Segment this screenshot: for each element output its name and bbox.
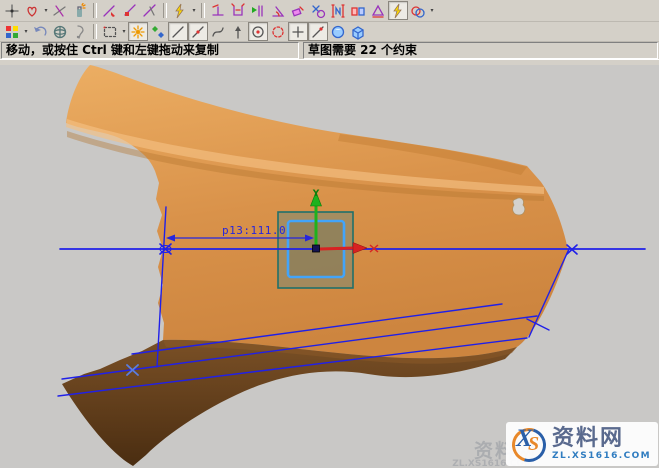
origin-point[interactable] bbox=[313, 245, 320, 252]
quick-trim-icon[interactable] bbox=[50, 1, 70, 20]
sketch-constraints-toolbar: ▾ ▾ ▾ bbox=[0, 0, 659, 22]
snap-quadrant-icon[interactable] bbox=[268, 22, 288, 41]
watermark-site-url: ZL.XS1616.COM bbox=[552, 451, 651, 461]
x-axis[interactable] bbox=[320, 248, 354, 249]
watermark: X S 资料网 ZL.XS1616.COM bbox=[506, 422, 658, 466]
undo-icon[interactable] bbox=[30, 22, 50, 41]
watermark-site-name: 资料网 bbox=[552, 427, 624, 450]
snap-point-icon[interactable] bbox=[128, 22, 148, 41]
graphics-viewport[interactable]: p13:111.0 Y 资料网 ZL.XS1616.COM X S bbox=[0, 65, 659, 468]
snap-endpoint-icon[interactable] bbox=[168, 22, 188, 41]
quick-extend-icon[interactable] bbox=[70, 1, 90, 20]
work-plane-icon[interactable] bbox=[348, 22, 368, 41]
show-constraints-icon[interactable] bbox=[348, 1, 368, 20]
viewport-canvas[interactable]: p13:111.0 Y bbox=[0, 65, 659, 468]
animate-dimension-icon[interactable] bbox=[248, 1, 268, 20]
constraint-status-message: 草图需要 22 个约束 bbox=[303, 42, 658, 59]
watermark-logo-letter-s: S bbox=[528, 433, 539, 456]
snap-existing-point-icon[interactable] bbox=[288, 22, 308, 41]
quick-trim-lightning-icon[interactable] bbox=[170, 1, 190, 20]
snap-settings-dropdown[interactable]: ▾ bbox=[22, 23, 30, 40]
dimension-text[interactable]: p13:111.0 bbox=[222, 224, 286, 237]
profile-icon[interactable] bbox=[22, 1, 42, 20]
watermark-logo: X S bbox=[511, 425, 547, 463]
trim-dropdown[interactable]: ▾ bbox=[190, 2, 198, 19]
profile-dropdown[interactable]: ▾ bbox=[42, 2, 50, 19]
snap-point-tool-icon[interactable] bbox=[2, 1, 22, 20]
orient-view-icon[interactable] bbox=[50, 22, 70, 41]
selection-rectangle-icon[interactable] bbox=[100, 22, 120, 41]
trim-curve-icon[interactable] bbox=[100, 1, 120, 20]
dimensions-icon[interactable] bbox=[228, 1, 248, 20]
auto-constraints-icon[interactable] bbox=[388, 1, 408, 20]
prompt-message: 移动，或按住 Ctrl 键和左键拖动来复制 bbox=[1, 42, 299, 59]
snap-point-on-curve-icon[interactable] bbox=[208, 22, 228, 41]
constraints-icon[interactable] bbox=[208, 1, 228, 20]
cad-application-window: ▾▾▾ ▾▾ 移动，或按住 Ctrl 键和左键拖动来复制 草图需要 22 个约束 bbox=[0, 0, 659, 468]
infer-constraints-icon[interactable] bbox=[328, 1, 348, 20]
show-all-constraints-icon[interactable] bbox=[368, 1, 388, 20]
model-hole bbox=[513, 198, 525, 215]
snap-arc-center-icon[interactable] bbox=[248, 22, 268, 41]
toolbar-separator bbox=[93, 3, 97, 18]
make-corner-icon[interactable] bbox=[140, 1, 160, 20]
update-display-icon[interactable] bbox=[70, 22, 90, 41]
snap-feature-point-icon[interactable] bbox=[148, 22, 168, 41]
watermark-text: 资料网 ZL.XS1616.COM bbox=[552, 427, 651, 460]
constraint-preferences-icon[interactable] bbox=[408, 1, 428, 20]
toolbar-options-dropdown[interactable]: ▾ bbox=[428, 2, 436, 19]
toolbar-separator bbox=[201, 3, 205, 18]
y-axis-label: Y bbox=[312, 189, 320, 199]
prompt-status-bar: 移动，或按住 Ctrl 键和左键拖动来复制 草图需要 22 个约束 bbox=[0, 42, 659, 59]
snap-settings-icon[interactable] bbox=[2, 22, 22, 41]
alternate-solution-icon[interactable] bbox=[308, 1, 328, 20]
toolbar-separator bbox=[93, 24, 97, 39]
selection-dropdown[interactable]: ▾ bbox=[120, 23, 128, 40]
angle-dimension-icon[interactable] bbox=[268, 1, 288, 20]
snap-intersection-icon[interactable] bbox=[308, 22, 328, 41]
snap-pole-icon[interactable] bbox=[228, 22, 248, 41]
convert-to-reference-icon[interactable] bbox=[288, 1, 308, 20]
quick-pick-icon[interactable] bbox=[328, 22, 348, 41]
snap-midpoint-icon[interactable] bbox=[188, 22, 208, 41]
toolbar-separator bbox=[163, 3, 167, 18]
snap-point-toolbar: ▾▾ bbox=[0, 22, 659, 42]
edit-curve-icon[interactable] bbox=[120, 1, 140, 20]
